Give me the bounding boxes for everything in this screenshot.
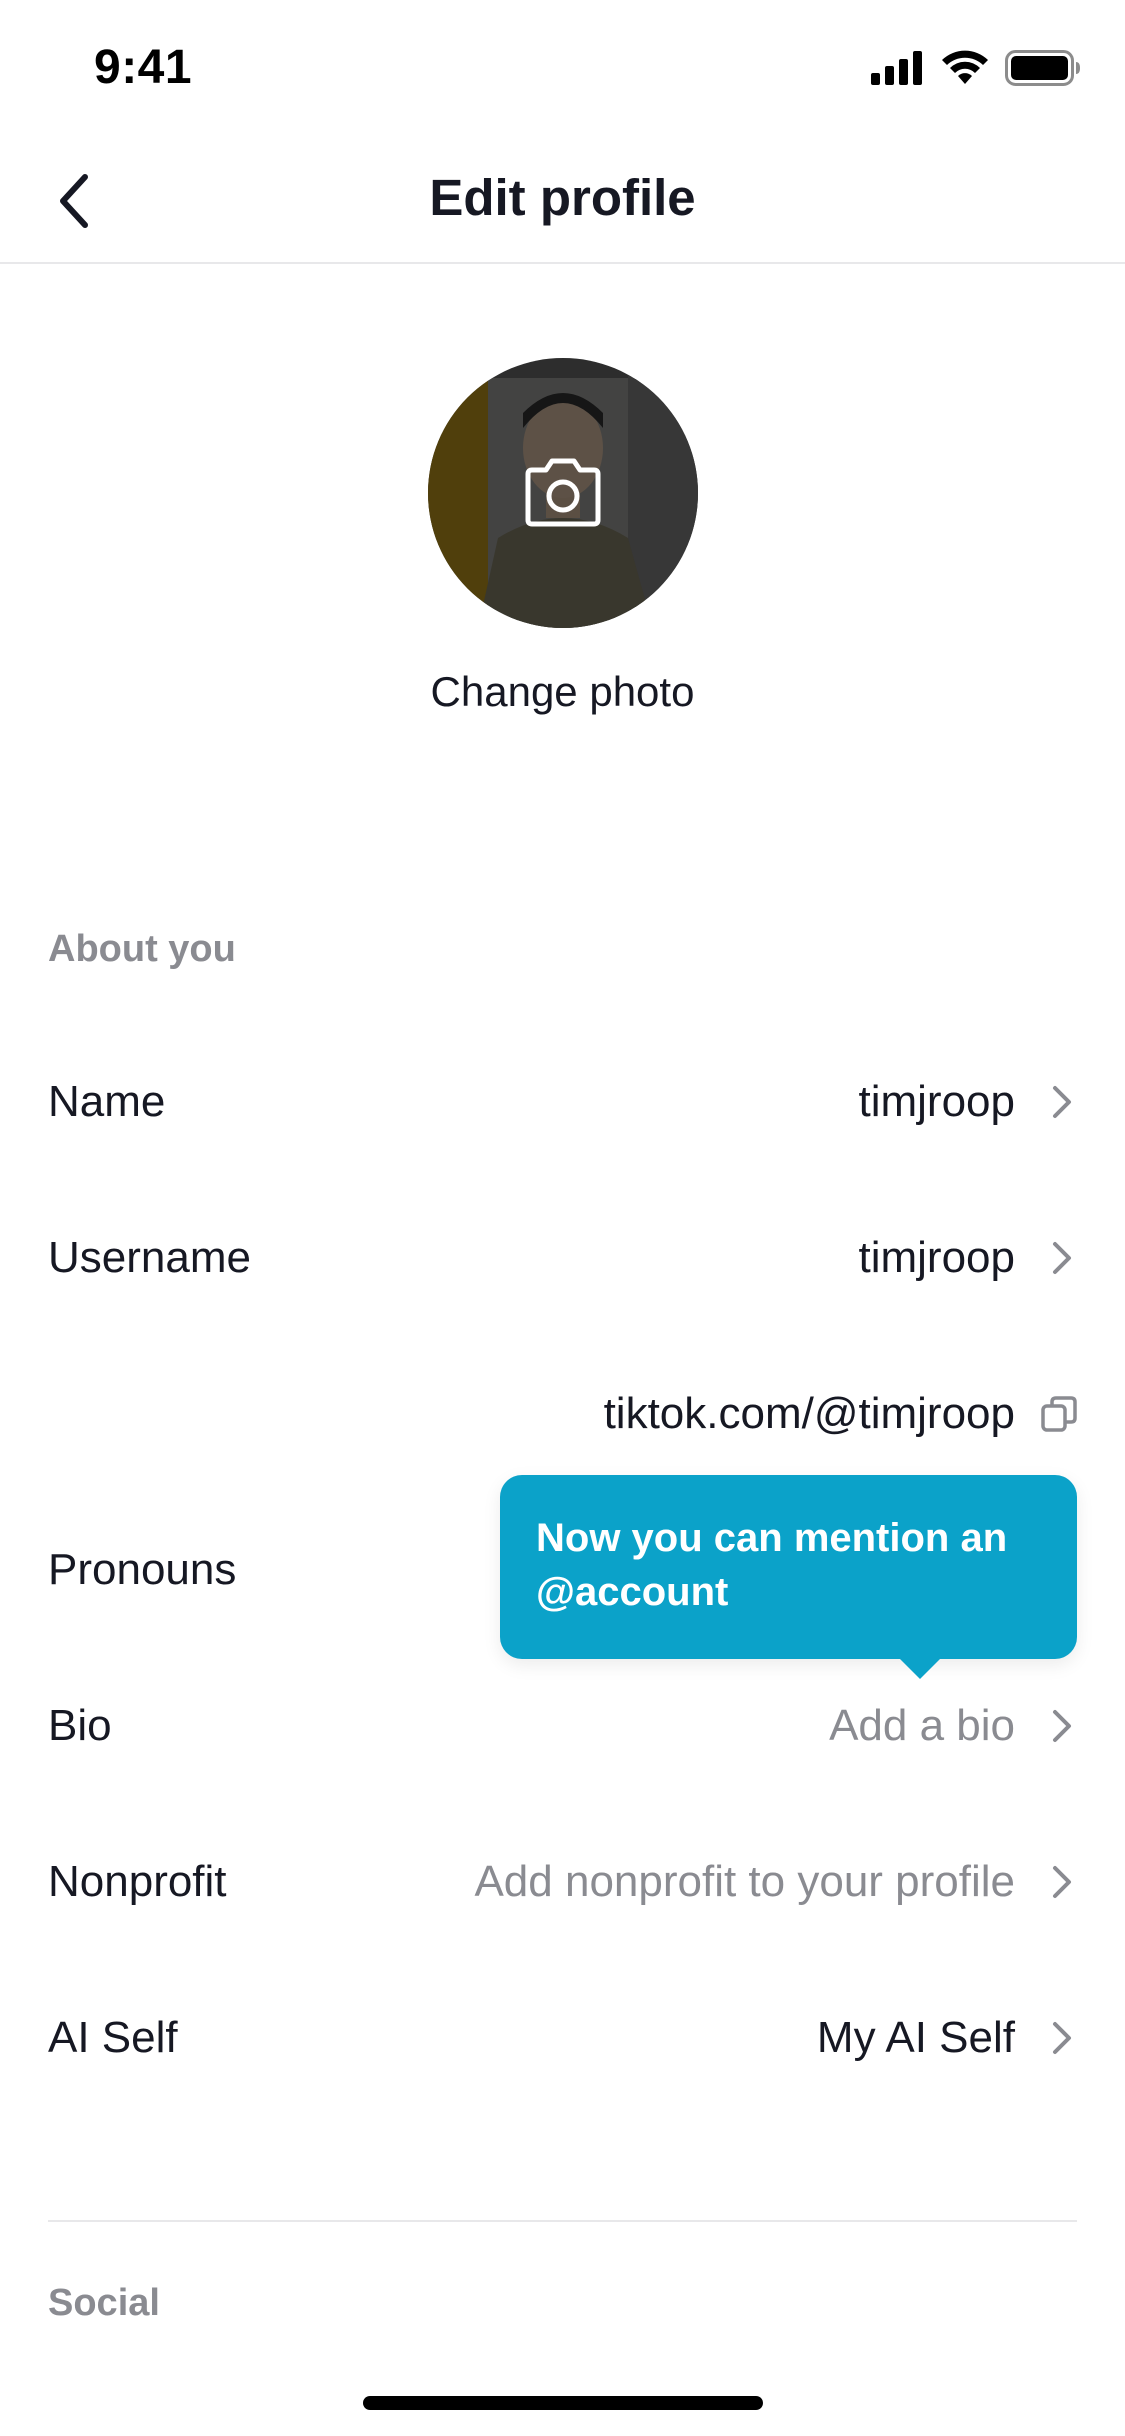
section-divider <box>48 2220 1077 2222</box>
bio-label: Bio <box>48 1701 112 1750</box>
nonprofit-placeholder: Add nonprofit to your profile <box>474 1857 1015 1906</box>
profile-url: tiktok.com/@timjroop <box>603 1389 1015 1438</box>
pronouns-label: Pronouns <box>48 1545 237 1594</box>
cellular-signal-icon <box>871 51 925 90</box>
nonprofit-row[interactable]: Nonprofit Add nonprofit to your profile <box>0 1804 1125 1960</box>
username-value: timjroop <box>858 1233 1016 1282</box>
profile-url-row: tiktok.com/@timjroop <box>0 1364 1125 1464</box>
copy-icon[interactable] <box>1039 1394 1079 1434</box>
battery-icon <box>1005 50 1081 91</box>
chevron-right-icon <box>1053 1242 1071 1274</box>
camera-icon <box>522 458 604 528</box>
edit-profile-screen: 9:41 Edit profile Change photo About you… <box>0 0 1125 2436</box>
username-row[interactable]: Username timjroop <box>0 1180 1125 1336</box>
bio-placeholder: Add a bio <box>829 1701 1015 1750</box>
ai-self-value: My AI Self <box>816 2013 1015 2062</box>
name-label: Name <box>48 1077 166 1126</box>
section-header-about-you: About you <box>48 928 236 970</box>
avatar[interactable] <box>428 358 698 628</box>
name-value: timjroop <box>858 1077 1016 1126</box>
chevron-right-icon <box>1053 1710 1071 1742</box>
nav-bar: Edit profile <box>0 138 1125 264</box>
nonprofit-label: Nonprofit <box>48 1857 227 1906</box>
name-row[interactable]: Name timjroop <box>0 1024 1125 1180</box>
chevron-right-icon <box>1053 2022 1071 2054</box>
status-icons <box>871 50 1081 91</box>
bio-row[interactable]: Bio Add a bio <box>0 1648 1125 1804</box>
section-header-social: Social <box>48 2282 160 2324</box>
ai-self-label: AI Self <box>48 2013 178 2062</box>
status-time: 9:41 <box>94 41 193 94</box>
wifi-icon <box>941 50 989 91</box>
change-photo-link[interactable]: Change photo <box>0 668 1125 716</box>
username-label: Username <box>48 1233 251 1282</box>
status-bar: 9:41 <box>0 0 1125 138</box>
mention-tooltip[interactable]: Now you can mention an @account <box>500 1475 1077 1659</box>
ai-self-row[interactable]: AI Self My AI Self <box>0 1960 1125 2116</box>
tooltip-arrow <box>898 1657 942 1679</box>
home-indicator[interactable] <box>363 2396 763 2410</box>
chevron-right-icon <box>1053 1866 1071 1898</box>
chevron-right-icon <box>1053 1086 1071 1118</box>
page-title: Edit profile <box>429 169 696 226</box>
